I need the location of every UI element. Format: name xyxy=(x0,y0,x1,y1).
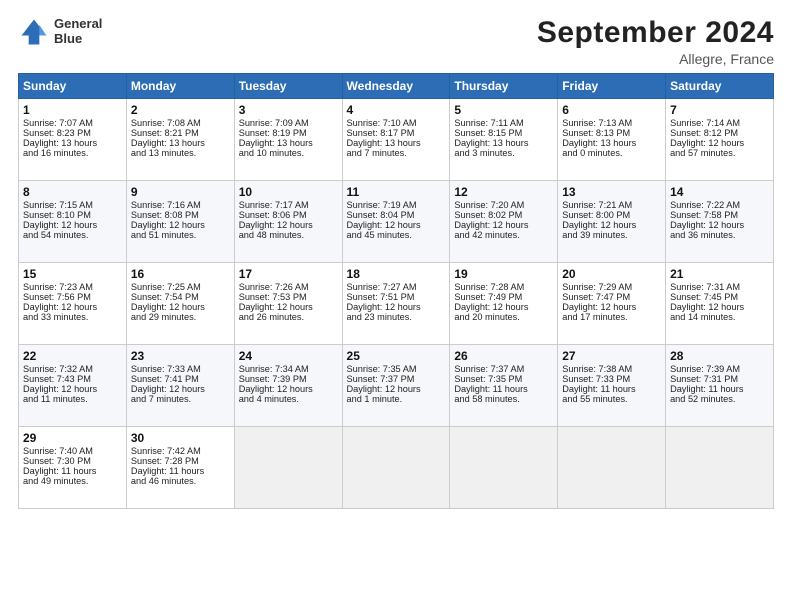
calendar-cell: 6Sunrise: 7:13 AMSunset: 8:13 PMDaylight… xyxy=(558,99,666,181)
calendar-cell: 2Sunrise: 7:08 AMSunset: 8:21 PMDaylight… xyxy=(126,99,234,181)
calendar-cell: 8Sunrise: 7:15 AMSunset: 8:10 PMDaylight… xyxy=(19,181,127,263)
calendar-body: 1Sunrise: 7:07 AMSunset: 8:23 PMDaylight… xyxy=(19,99,774,509)
calendar-cell: 20Sunrise: 7:29 AMSunset: 7:47 PMDayligh… xyxy=(558,263,666,345)
header-row: SundayMondayTuesdayWednesdayThursdayFrid… xyxy=(19,74,774,99)
day-number: 24 xyxy=(239,349,338,363)
day-number: 16 xyxy=(131,267,230,281)
calendar-cell: 27Sunrise: 7:38 AMSunset: 7:33 PMDayligh… xyxy=(558,345,666,427)
calendar-cell: 11Sunrise: 7:19 AMSunset: 8:04 PMDayligh… xyxy=(342,181,450,263)
day-number: 15 xyxy=(23,267,122,281)
title-block: September 2024 Allegre, France xyxy=(537,16,774,67)
main-title: September 2024 xyxy=(537,16,774,50)
calendar-cell: 21Sunrise: 7:31 AMSunset: 7:45 PMDayligh… xyxy=(666,263,774,345)
calendar-cell: 9Sunrise: 7:16 AMSunset: 8:08 PMDaylight… xyxy=(126,181,234,263)
day-number: 13 xyxy=(562,185,661,199)
day-number: 27 xyxy=(562,349,661,363)
day-number: 4 xyxy=(347,103,446,117)
calendar-cell xyxy=(234,427,342,509)
day-number: 25 xyxy=(347,349,446,363)
calendar-cell: 14Sunrise: 7:22 AMSunset: 7:58 PMDayligh… xyxy=(666,181,774,263)
header-day: Wednesday xyxy=(342,74,450,99)
day-number: 11 xyxy=(347,185,446,199)
header-day: Friday xyxy=(558,74,666,99)
calendar-cell: 28Sunrise: 7:39 AMSunset: 7:31 PMDayligh… xyxy=(666,345,774,427)
header-day: Saturday xyxy=(666,74,774,99)
calendar-cell: 29Sunrise: 7:40 AMSunset: 7:30 PMDayligh… xyxy=(19,427,127,509)
calendar-cell: 16Sunrise: 7:25 AMSunset: 7:54 PMDayligh… xyxy=(126,263,234,345)
calendar-cell: 13Sunrise: 7:21 AMSunset: 8:00 PMDayligh… xyxy=(558,181,666,263)
header-day: Thursday xyxy=(450,74,558,99)
day-number: 20 xyxy=(562,267,661,281)
day-number: 21 xyxy=(670,267,769,281)
day-number: 23 xyxy=(131,349,230,363)
calendar-header: SundayMondayTuesdayWednesdayThursdayFrid… xyxy=(19,74,774,99)
logo-icon xyxy=(18,16,50,48)
calendar-cell xyxy=(342,427,450,509)
day-number: 9 xyxy=(131,185,230,199)
header-day: Monday xyxy=(126,74,234,99)
day-number: 6 xyxy=(562,103,661,117)
day-number: 2 xyxy=(131,103,230,117)
day-number: 26 xyxy=(454,349,553,363)
calendar-cell: 30Sunrise: 7:42 AMSunset: 7:28 PMDayligh… xyxy=(126,427,234,509)
day-number: 28 xyxy=(670,349,769,363)
logo-line1: General xyxy=(54,17,102,32)
day-number: 19 xyxy=(454,267,553,281)
header: General Blue September 2024 Allegre, Fra… xyxy=(18,16,774,67)
header-day: Sunday xyxy=(19,74,127,99)
day-number: 30 xyxy=(131,431,230,445)
calendar-cell: 1Sunrise: 7:07 AMSunset: 8:23 PMDaylight… xyxy=(19,99,127,181)
day-number: 1 xyxy=(23,103,122,117)
calendar-cell: 15Sunrise: 7:23 AMSunset: 7:56 PMDayligh… xyxy=(19,263,127,345)
day-number: 12 xyxy=(454,185,553,199)
calendar-cell: 12Sunrise: 7:20 AMSunset: 8:02 PMDayligh… xyxy=(450,181,558,263)
day-number: 7 xyxy=(670,103,769,117)
calendar-cell: 26Sunrise: 7:37 AMSunset: 7:35 PMDayligh… xyxy=(450,345,558,427)
day-number: 29 xyxy=(23,431,122,445)
calendar-cell: 10Sunrise: 7:17 AMSunset: 8:06 PMDayligh… xyxy=(234,181,342,263)
day-number: 18 xyxy=(347,267,446,281)
calendar-cell: 23Sunrise: 7:33 AMSunset: 7:41 PMDayligh… xyxy=(126,345,234,427)
calendar-cell: 22Sunrise: 7:32 AMSunset: 7:43 PMDayligh… xyxy=(19,345,127,427)
calendar-cell: 25Sunrise: 7:35 AMSunset: 7:37 PMDayligh… xyxy=(342,345,450,427)
calendar-cell xyxy=(558,427,666,509)
day-number: 8 xyxy=(23,185,122,199)
calendar-table: SundayMondayTuesdayWednesdayThursdayFrid… xyxy=(18,73,774,509)
header-day: Tuesday xyxy=(234,74,342,99)
logo-text: General Blue xyxy=(54,17,102,47)
subtitle: Allegre, France xyxy=(537,51,774,67)
day-number: 3 xyxy=(239,103,338,117)
calendar-cell: 3Sunrise: 7:09 AMSunset: 8:19 PMDaylight… xyxy=(234,99,342,181)
calendar-cell xyxy=(450,427,558,509)
page: General Blue September 2024 Allegre, Fra… xyxy=(0,0,792,612)
calendar-cell xyxy=(666,427,774,509)
calendar-cell: 24Sunrise: 7:34 AMSunset: 7:39 PMDayligh… xyxy=(234,345,342,427)
day-number: 14 xyxy=(670,185,769,199)
calendar-cell: 4Sunrise: 7:10 AMSunset: 8:17 PMDaylight… xyxy=(342,99,450,181)
calendar-cell: 7Sunrise: 7:14 AMSunset: 8:12 PMDaylight… xyxy=(666,99,774,181)
calendar-cell: 18Sunrise: 7:27 AMSunset: 7:51 PMDayligh… xyxy=(342,263,450,345)
logo-line2: Blue xyxy=(54,32,102,47)
day-number: 22 xyxy=(23,349,122,363)
logo: General Blue xyxy=(18,16,102,48)
calendar-cell: 19Sunrise: 7:28 AMSunset: 7:49 PMDayligh… xyxy=(450,263,558,345)
day-number: 17 xyxy=(239,267,338,281)
day-number: 10 xyxy=(239,185,338,199)
calendar-cell: 5Sunrise: 7:11 AMSunset: 8:15 PMDaylight… xyxy=(450,99,558,181)
calendar-cell: 17Sunrise: 7:26 AMSunset: 7:53 PMDayligh… xyxy=(234,263,342,345)
day-number: 5 xyxy=(454,103,553,117)
